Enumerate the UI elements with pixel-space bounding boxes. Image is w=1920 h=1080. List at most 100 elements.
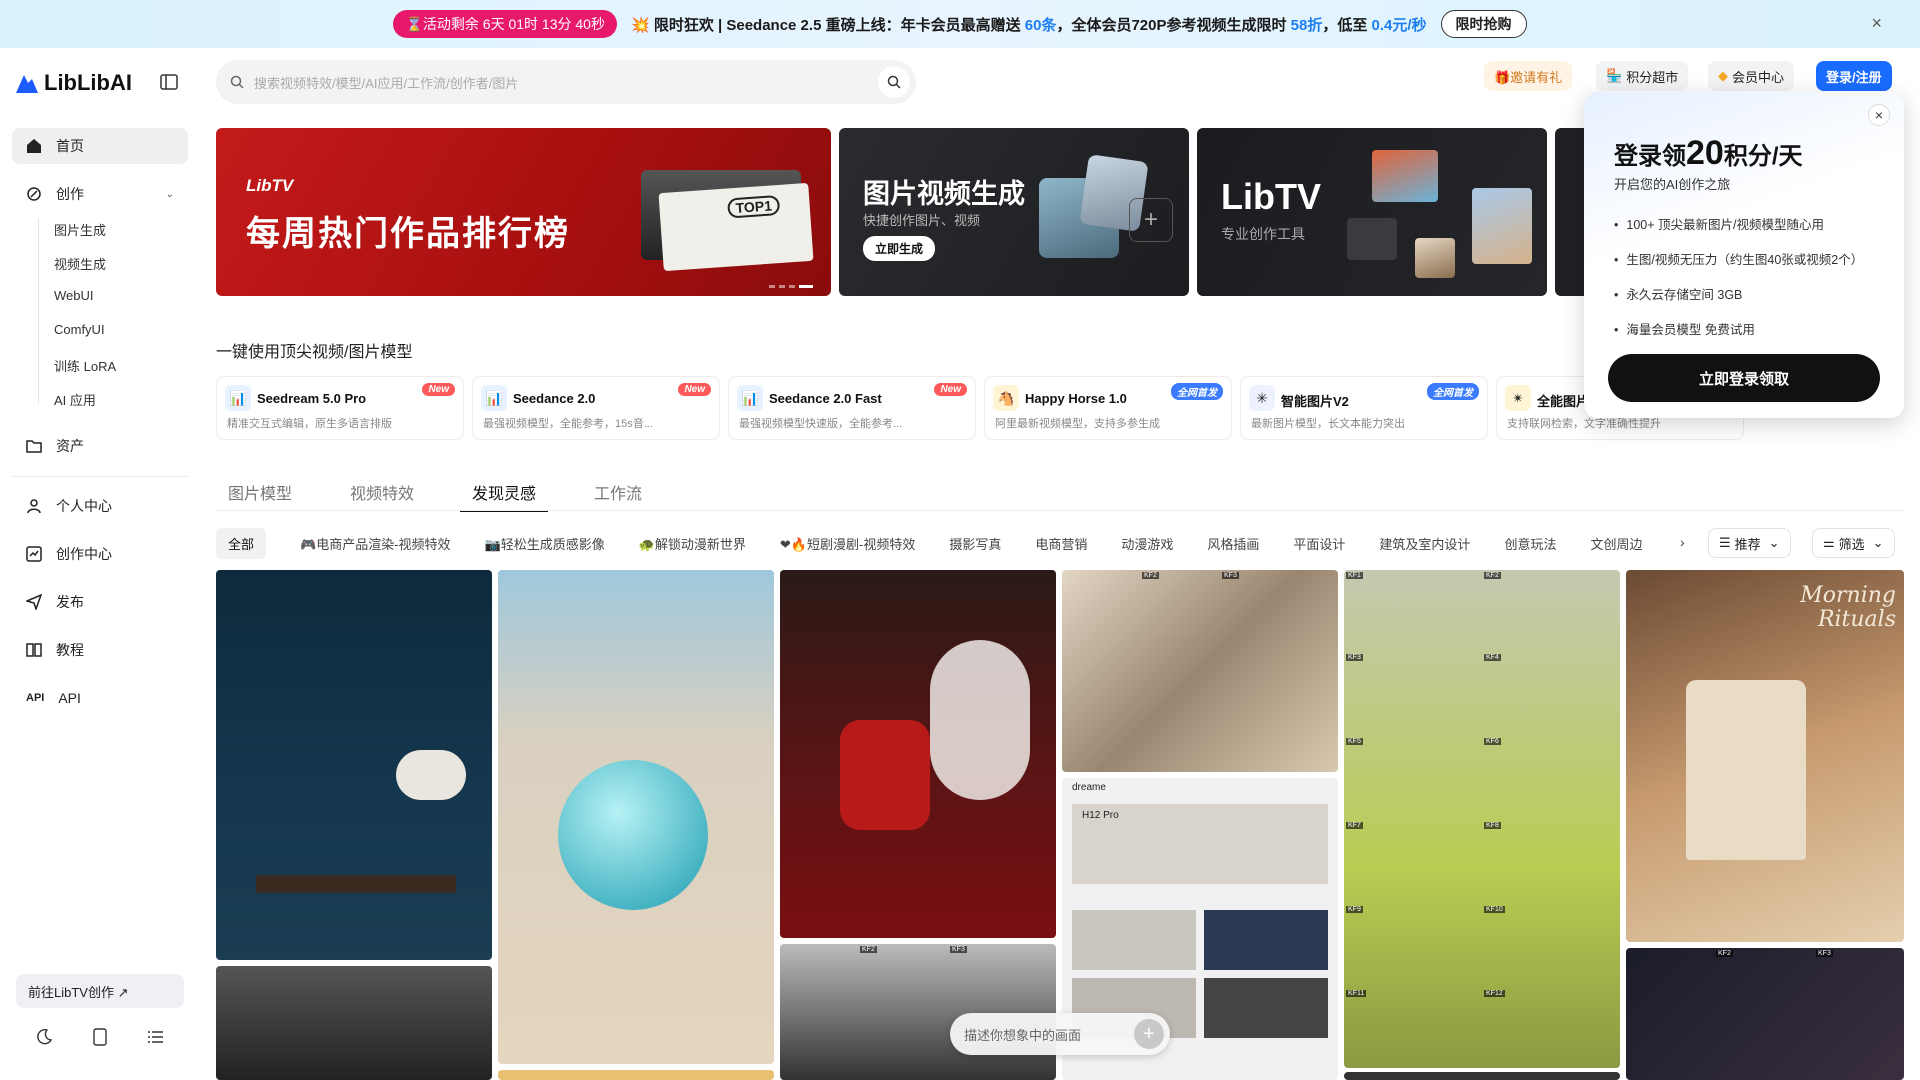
gallery-image-product-grid[interactable]: KF2 KF3 [780, 944, 1056, 1080]
category-chip[interactable]: ❤🔥短剧漫剧-视频特效 [780, 534, 915, 553]
popup-title: 登录领20积分/天 [1614, 134, 1803, 172]
sort-recommend-button[interactable]: ☰ 推荐 ⌄ [1708, 528, 1791, 558]
plus-icon[interactable]: + [1134, 1019, 1164, 1049]
tablet-icon[interactable] [91, 1028, 109, 1046]
teapot-shape [396, 750, 466, 800]
sidebar-toggle-icon[interactable] [160, 74, 178, 90]
login-popup: × 登录领20积分/天 开启您的AI创作之旅 100+ 顶尖最新图片/视频模型随… [1584, 92, 1904, 418]
sidebar-item-api[interactable]: API API [12, 680, 188, 716]
model-desc: 最强视频模型快速版，全能参考... [739, 418, 903, 430]
sidebar-item-personal[interactable]: 个人中心 [12, 488, 188, 524]
sidebar: LibLibAI 首页 创作 ⌄ 图片生成 视频生成 WebUI ComfyUI… [0, 48, 200, 1080]
dress-shape [840, 720, 930, 830]
sidebar-item-video-gen[interactable]: 视频生成 [54, 254, 106, 273]
generate-now-button[interactable]: 立即生成 [863, 236, 936, 261]
search-icon [230, 75, 244, 89]
gallery-image-jacket-grid[interactable]: KF1 KF2 KF3 KF4 KF5 KF6 KF7 KF8 KF9 KF10… [1344, 570, 1620, 1068]
diamond-icon: ◆ [1718, 68, 1728, 83]
model-card[interactable]: ✳ 智能图片V2 最新图片模型，长文本能力突出 全网首发 [1240, 376, 1488, 440]
model-card[interactable]: 📊 Seedance 2.0 Fast 最强视频模型快速版，全能参考... New [728, 376, 976, 440]
category-chip[interactable]: 动漫游戏 [1121, 534, 1173, 553]
model-card[interactable]: 📊 Seedream 5.0 Pro 精准交互式编辑，原生多语言排版 New [216, 376, 464, 440]
limited-buy-button[interactable]: 限时抢购 [1440, 10, 1527, 38]
gallery-image-glass-apple[interactable] [498, 570, 774, 1064]
sidebar-item-publish[interactable]: 发布 [12, 584, 188, 620]
tab-workflow[interactable]: 工作流 [582, 480, 654, 512]
promo-banner: ⌛活动剩余 6天 01时 13分 40秒 💥 限时狂欢 | Seedance 2… [0, 0, 1920, 48]
model-card[interactable]: 🐴 Happy Horse 1.0 阿里最新视频模型，支持多参生成 全网首发 [984, 376, 1232, 440]
chevron-right-icon[interactable]: › [1680, 534, 1685, 550]
banner-brand: LibTV [246, 176, 294, 195]
banner-thumb [1347, 218, 1397, 260]
model-tag: 全网首发 [1171, 383, 1223, 400]
login-claim-button[interactable]: 立即登录领取 [1608, 354, 1880, 402]
carousel-dots[interactable] [769, 285, 813, 288]
sidebar-item-train-lora[interactable]: 训练 LoRA [54, 356, 116, 375]
category-chip[interactable]: 📷轻松生成质感影像 [485, 534, 605, 553]
category-chip[interactable]: 风格插画 [1207, 534, 1259, 553]
close-icon[interactable]: × [1868, 104, 1890, 126]
content-tabs: 图片模型 视频特效 发现灵感 工作流 [216, 480, 688, 512]
close-icon[interactable]: × [1871, 13, 1882, 34]
sidebar-item-studio[interactable]: 创作中心 [12, 536, 188, 572]
tab-image-models[interactable]: 图片模型 [216, 480, 304, 512]
model-tag: New [934, 383, 967, 396]
search-bar[interactable]: 搜索视频特效/模型/AI应用/工作流/创作者/图片 [216, 60, 916, 104]
sidebar-item-ai-app[interactable]: AI 应用 [54, 390, 96, 409]
logo[interactable]: LibLibAI [14, 70, 132, 96]
home-icon [27, 139, 41, 153]
login-register-button[interactable]: 登录/注册 [1816, 61, 1892, 91]
gallery-image-fashion-grid[interactable]: KF2 KF3 [1062, 570, 1338, 772]
gallery-image-watch[interactable] [216, 966, 492, 1080]
list-icon[interactable] [147, 1028, 165, 1046]
benefit-list: 100+ 顶尖最新图片/视频模型随心用 生图/视频无压力（约生图40张或视频2个… [1614, 214, 1863, 354]
category-filter: 全部 🎮电商产品渲染-视频特效 📷轻松生成质感影像 🐢解锁动漫新世界 ❤🔥短剧漫剧-视频… [216, 527, 1676, 559]
gallery-image-hairdryer[interactable]: KF2 KF3 [1626, 948, 1904, 1080]
tab-video-effects[interactable]: 视频特效 [338, 480, 426, 512]
category-chip[interactable]: 全部 [216, 527, 267, 559]
moon-icon[interactable] [35, 1028, 53, 1046]
filter-icon: ⚌ [1823, 535, 1835, 550]
gallery-image-partial[interactable] [1344, 1072, 1620, 1080]
benefit-item: 生图/视频无压力（约生图40张或视频2个） [1614, 249, 1863, 268]
tray-shape [256, 875, 456, 893]
folder-icon [26, 440, 42, 453]
gallery-image-morning-rituals[interactable]: Morning Rituals [1626, 570, 1904, 942]
send-icon [26, 594, 42, 610]
category-chip[interactable]: 电商营销 [1035, 534, 1087, 553]
model-card[interactable]: 📊 Seedance 2.0 最强视频模型，全能参考，15s音... New [472, 376, 720, 440]
prompt-input[interactable]: 描述你想象中的画面 + [950, 1013, 1170, 1055]
sidebar-item-home[interactable]: 首页 [12, 128, 188, 164]
sidebar-item-assets[interactable]: 资产 [12, 428, 188, 464]
model-name: Seedance 2.0 Fast [769, 391, 882, 406]
category-chip[interactable]: 创意玩法 [1504, 534, 1556, 553]
search-button[interactable] [878, 66, 910, 98]
gallery-image-tea[interactable] [216, 570, 492, 960]
model-icon: 📊 [737, 385, 763, 411]
category-chip[interactable]: 文创周边 [1590, 534, 1642, 553]
invite-button[interactable]: 🎁邀请有礼 [1484, 61, 1573, 91]
sidebar-item-tutorial[interactable]: 教程 [12, 632, 188, 668]
points-market-button[interactable]: 🏪 积分超市 [1596, 61, 1689, 91]
sidebar-item-create[interactable]: 创作 ⌄ [12, 176, 188, 212]
category-chip[interactable]: 建筑及室内设计 [1379, 534, 1470, 553]
category-chip[interactable]: 平面设计 [1293, 534, 1345, 553]
category-chip[interactable]: 🐢解锁动漫新世界 [639, 534, 746, 553]
banner-libtv[interactable]: LibTV 专业创作工具 [1197, 128, 1547, 296]
gallery-image-fox-girl[interactable] [780, 570, 1056, 938]
banner-image-video-gen[interactable]: 图片视频生成 快捷创作图片、视频 立即生成 + [839, 128, 1189, 296]
search-input[interactable]: 搜索视频特效/模型/AI应用/工作流/创作者/图片 [254, 73, 518, 92]
category-chip[interactable]: 🎮电商产品渲染-视频特效 [300, 534, 451, 553]
tab-inspiration[interactable]: 发现灵感 [460, 480, 549, 512]
category-chip[interactable]: 摄影写真 [949, 534, 1001, 553]
tab-underline [216, 510, 1906, 511]
sidebar-item-webui[interactable]: WebUI [54, 288, 94, 303]
libtv-create-button[interactable]: 前往LibTV创作 ↗ [16, 974, 184, 1008]
member-center-button[interactable]: ◆ 会员中心 [1708, 61, 1795, 91]
sidebar-item-image-gen[interactable]: 图片生成 [54, 220, 106, 239]
banner-weekly-ranking[interactable]: LibTV 每周热门作品排行榜 TOP1 [216, 128, 831, 296]
filter-button[interactable]: ⚌ 筛选 ⌄ [1812, 528, 1895, 558]
model-name: 智能图片V2 [1281, 394, 1349, 409]
gallery-image-partial[interactable] [498, 1070, 774, 1080]
sidebar-item-comfyui[interactable]: ComfyUI [54, 322, 105, 337]
